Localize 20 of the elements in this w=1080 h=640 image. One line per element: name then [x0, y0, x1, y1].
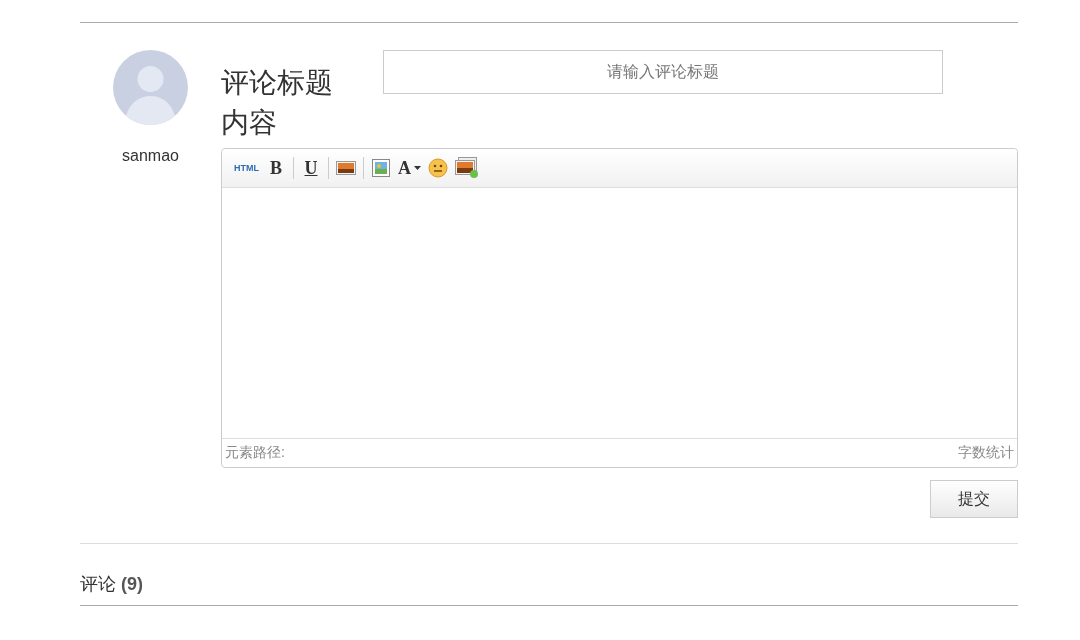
bold-button[interactable]: B: [265, 156, 287, 180]
landscape-icon: [336, 161, 356, 175]
word-count-label: 字数统计: [958, 444, 1014, 462]
gallery-icon: [455, 157, 479, 179]
username: sanmao: [122, 147, 179, 165]
title-input-field[interactable]: 请输入评论标题: [383, 50, 943, 94]
emoji-button[interactable]: [427, 156, 449, 180]
smiley-icon: [428, 158, 448, 178]
picture-icon: [372, 159, 390, 177]
comments-heading: 评论 (9): [80, 573, 144, 596]
underline-button[interactable]: U: [300, 156, 322, 180]
picture-button[interactable]: [370, 156, 392, 180]
caret-icon: [414, 166, 421, 170]
submit-button[interactable]: 提交: [930, 480, 1018, 518]
title-label: 评论标题: [221, 66, 334, 100]
content-label: 内容: [221, 106, 278, 140]
gallery-button[interactable]: [455, 156, 479, 180]
html-button[interactable]: HTML: [234, 156, 259, 180]
font-color-button[interactable]: A: [398, 156, 421, 180]
element-path-label: 元素路径:: [225, 444, 285, 462]
